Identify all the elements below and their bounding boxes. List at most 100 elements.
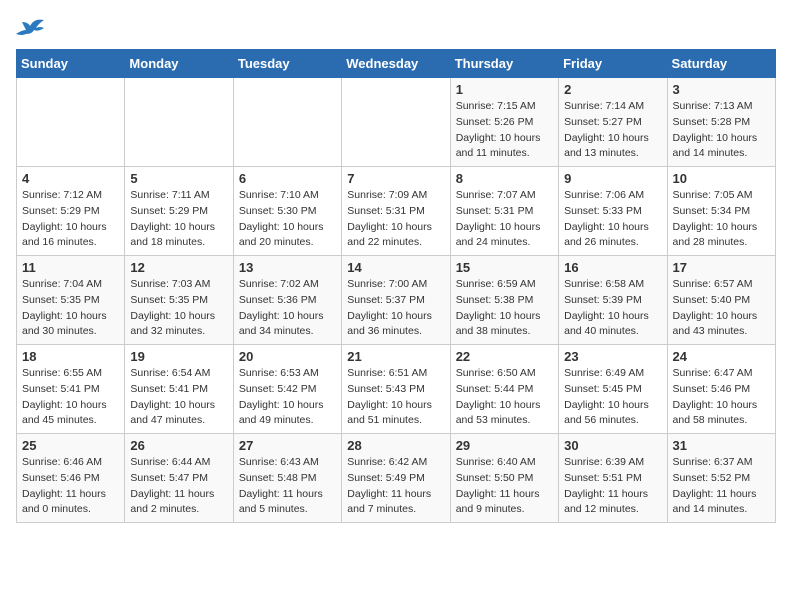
header bbox=[16, 16, 776, 41]
day-number: 23 bbox=[564, 349, 661, 364]
day-info: Sunrise: 6:54 AM Sunset: 5:41 PM Dayligh… bbox=[130, 366, 227, 429]
day-number: 22 bbox=[456, 349, 553, 364]
day-info: Sunrise: 6:58 AM Sunset: 5:39 PM Dayligh… bbox=[564, 277, 661, 340]
day-info: Sunrise: 6:43 AM Sunset: 5:48 PM Dayligh… bbox=[239, 455, 336, 518]
calendar-cell: 13Sunrise: 7:02 AM Sunset: 5:36 PM Dayli… bbox=[233, 256, 341, 345]
header-wednesday: Wednesday bbox=[342, 50, 450, 78]
calendar-cell: 24 Sunrise: 6:47 AM Sunset: 5:46 PM Dayli… bbox=[667, 345, 775, 434]
day-info: Sunrise: 7:05 AM Sunset: 5:34 PM Dayligh… bbox=[673, 188, 770, 251]
day-info: Sunrise: 6:53 AM Sunset: 5:42 PM Dayligh… bbox=[239, 366, 336, 429]
day-number: 20 bbox=[239, 349, 336, 364]
day-info: Sunrise: 6:46 AM Sunset: 5:46 PM Dayligh… bbox=[22, 455, 119, 518]
day-info: Sunrise: 7:10 AM Sunset: 5:30 PM Dayligh… bbox=[239, 188, 336, 251]
calendar-cell: 21 Sunrise: 6:51 AM Sunset: 5:43 PM Dayli… bbox=[342, 345, 450, 434]
day-info: Sunrise: 6:40 AM Sunset: 5:50 PM Dayligh… bbox=[456, 455, 553, 518]
day-info: Sunrise: 7:07 AM Sunset: 5:31 PM Dayligh… bbox=[456, 188, 553, 251]
calendar-cell: 1 Sunrise: 7:15 AM Sunset: 5:26 PM Daylig… bbox=[450, 78, 558, 167]
day-number: 25 bbox=[22, 438, 119, 453]
day-info: Sunrise: 6:37 AM Sunset: 5:52 PM Dayligh… bbox=[673, 455, 770, 518]
header-tuesday: Tuesday bbox=[233, 50, 341, 78]
week-row-2: 11 Sunrise: 7:04 AM Sunset: 5:35 PM Dayli… bbox=[17, 256, 776, 345]
week-row-4: 25 Sunrise: 6:46 AM Sunset: 5:46 PM Dayli… bbox=[17, 434, 776, 523]
day-info: Sunrise: 7:12 AM Sunset: 5:29 PM Dayligh… bbox=[22, 188, 119, 251]
day-number: 2 bbox=[564, 82, 661, 97]
day-number: 28 bbox=[347, 438, 444, 453]
day-info: Sunrise: 6:39 AM Sunset: 5:51 PM Dayligh… bbox=[564, 455, 661, 518]
calendar-cell: 26 Sunrise: 6:44 AM Sunset: 5:47 PM Dayli… bbox=[125, 434, 233, 523]
day-number: 4 bbox=[22, 171, 119, 186]
calendar-cell: 20 Sunrise: 6:53 AM Sunset: 5:42 PM Dayli… bbox=[233, 345, 341, 434]
day-info: Sunrise: 7:15 AM Sunset: 5:26 PM Dayligh… bbox=[456, 99, 553, 162]
day-info: Sunrise: 7:09 AM Sunset: 5:31 PM Dayligh… bbox=[347, 188, 444, 251]
calendar-cell: 28 Sunrise: 6:42 AM Sunset: 5:49 PM Dayli… bbox=[342, 434, 450, 523]
day-number: 15 bbox=[456, 260, 553, 275]
day-number: 11 bbox=[22, 260, 119, 275]
calendar-cell: 7 Sunrise: 7:09 AM Sunset: 5:31 PM Daylig… bbox=[342, 167, 450, 256]
day-number: 24 bbox=[673, 349, 770, 364]
day-number: 26 bbox=[130, 438, 227, 453]
calendar-cell bbox=[233, 78, 341, 167]
calendar-body: 1 Sunrise: 7:15 AM Sunset: 5:26 PM Daylig… bbox=[17, 78, 776, 523]
header-sunday: Sunday bbox=[17, 50, 125, 78]
day-info: Sunrise: 7:00 AM Sunset: 5:37 PM Dayligh… bbox=[347, 277, 444, 340]
calendar-cell: 18 Sunrise: 6:55 AM Sunset: 5:41 PM Dayli… bbox=[17, 345, 125, 434]
calendar-cell: 9 Sunrise: 7:06 AM Sunset: 5:33 PM Daylig… bbox=[559, 167, 667, 256]
day-number: 7 bbox=[347, 171, 444, 186]
calendar-cell: 11 Sunrise: 7:04 AM Sunset: 5:35 PM Dayli… bbox=[17, 256, 125, 345]
day-info: Sunrise: 7:03 AM Sunset: 5:35 PM Dayligh… bbox=[130, 277, 227, 340]
calendar-cell: 29 Sunrise: 6:40 AM Sunset: 5:50 PM Dayli… bbox=[450, 434, 558, 523]
calendar-cell: 8 Sunrise: 7:07 AM Sunset: 5:31 PM Daylig… bbox=[450, 167, 558, 256]
day-number: 16 bbox=[564, 260, 661, 275]
calendar-cell: 5Sunrise: 7:11 AM Sunset: 5:29 PM Daylig… bbox=[125, 167, 233, 256]
logo-bird-icon bbox=[16, 16, 44, 36]
day-number: 5 bbox=[130, 171, 227, 186]
calendar-cell: 27Sunrise: 6:43 AM Sunset: 5:48 PM Dayli… bbox=[233, 434, 341, 523]
day-number: 9 bbox=[564, 171, 661, 186]
calendar-cell: 23 Sunrise: 6:49 AM Sunset: 5:45 PM Dayli… bbox=[559, 345, 667, 434]
header-saturday: Saturday bbox=[667, 50, 775, 78]
logo bbox=[16, 16, 48, 41]
week-row-1: 4 Sunrise: 7:12 AM Sunset: 5:29 PM Daylig… bbox=[17, 167, 776, 256]
calendar-cell: 19 Sunrise: 6:54 AM Sunset: 5:41 PM Dayli… bbox=[125, 345, 233, 434]
day-info: Sunrise: 7:06 AM Sunset: 5:33 PM Dayligh… bbox=[564, 188, 661, 251]
day-number: 10 bbox=[673, 171, 770, 186]
calendar-table: SundayMondayTuesdayWednesdayThursdayFrid… bbox=[16, 49, 776, 523]
day-number: 1 bbox=[456, 82, 553, 97]
day-info: Sunrise: 6:55 AM Sunset: 5:41 PM Dayligh… bbox=[22, 366, 119, 429]
day-number: 30 bbox=[564, 438, 661, 453]
day-number: 17 bbox=[673, 260, 770, 275]
calendar-cell: 10 Sunrise: 7:05 AM Sunset: 5:34 PM Dayli… bbox=[667, 167, 775, 256]
calendar-cell bbox=[342, 78, 450, 167]
calendar-cell: 16 Sunrise: 6:58 AM Sunset: 5:39 PM Dayli… bbox=[559, 256, 667, 345]
calendar-cell: 17 Sunrise: 6:57 AM Sunset: 5:40 PM Dayli… bbox=[667, 256, 775, 345]
day-info: Sunrise: 6:42 AM Sunset: 5:49 PM Dayligh… bbox=[347, 455, 444, 518]
day-number: 8 bbox=[456, 171, 553, 186]
calendar-cell: 22Sunrise: 6:50 AM Sunset: 5:44 PM Dayli… bbox=[450, 345, 558, 434]
calendar-cell: 31Sunrise: 6:37 AM Sunset: 5:52 PM Dayli… bbox=[667, 434, 775, 523]
calendar-cell bbox=[17, 78, 125, 167]
day-info: Sunrise: 6:47 AM Sunset: 5:46 PM Dayligh… bbox=[673, 366, 770, 429]
day-info: Sunrise: 6:44 AM Sunset: 5:47 PM Dayligh… bbox=[130, 455, 227, 518]
calendar-cell: 30 Sunrise: 6:39 AM Sunset: 5:51 PM Dayli… bbox=[559, 434, 667, 523]
week-row-0: 1 Sunrise: 7:15 AM Sunset: 5:26 PM Daylig… bbox=[17, 78, 776, 167]
calendar-cell: 2 Sunrise: 7:14 AM Sunset: 5:27 PM Daylig… bbox=[559, 78, 667, 167]
day-info: Sunrise: 7:04 AM Sunset: 5:35 PM Dayligh… bbox=[22, 277, 119, 340]
day-info: Sunrise: 6:57 AM Sunset: 5:40 PM Dayligh… bbox=[673, 277, 770, 340]
calendar-cell: 25 Sunrise: 6:46 AM Sunset: 5:46 PM Dayli… bbox=[17, 434, 125, 523]
calendar-header: SundayMondayTuesdayWednesdayThursdayFrid… bbox=[17, 50, 776, 78]
day-info: Sunrise: 6:51 AM Sunset: 5:43 PM Dayligh… bbox=[347, 366, 444, 429]
day-number: 18 bbox=[22, 349, 119, 364]
day-number: 21 bbox=[347, 349, 444, 364]
day-info: Sunrise: 7:13 AM Sunset: 5:28 PM Dayligh… bbox=[673, 99, 770, 162]
day-number: 29 bbox=[456, 438, 553, 453]
calendar-cell: 14Sunrise: 7:00 AM Sunset: 5:37 PM Dayli… bbox=[342, 256, 450, 345]
day-number: 13 bbox=[239, 260, 336, 275]
day-info: Sunrise: 6:49 AM Sunset: 5:45 PM Dayligh… bbox=[564, 366, 661, 429]
day-number: 19 bbox=[130, 349, 227, 364]
calendar-cell bbox=[125, 78, 233, 167]
day-info: Sunrise: 7:14 AM Sunset: 5:27 PM Dayligh… bbox=[564, 99, 661, 162]
day-number: 3 bbox=[673, 82, 770, 97]
calendar-cell: 4 Sunrise: 7:12 AM Sunset: 5:29 PM Daylig… bbox=[17, 167, 125, 256]
calendar-cell: 6Sunrise: 7:10 AM Sunset: 5:30 PM Daylig… bbox=[233, 167, 341, 256]
day-number: 12 bbox=[130, 260, 227, 275]
